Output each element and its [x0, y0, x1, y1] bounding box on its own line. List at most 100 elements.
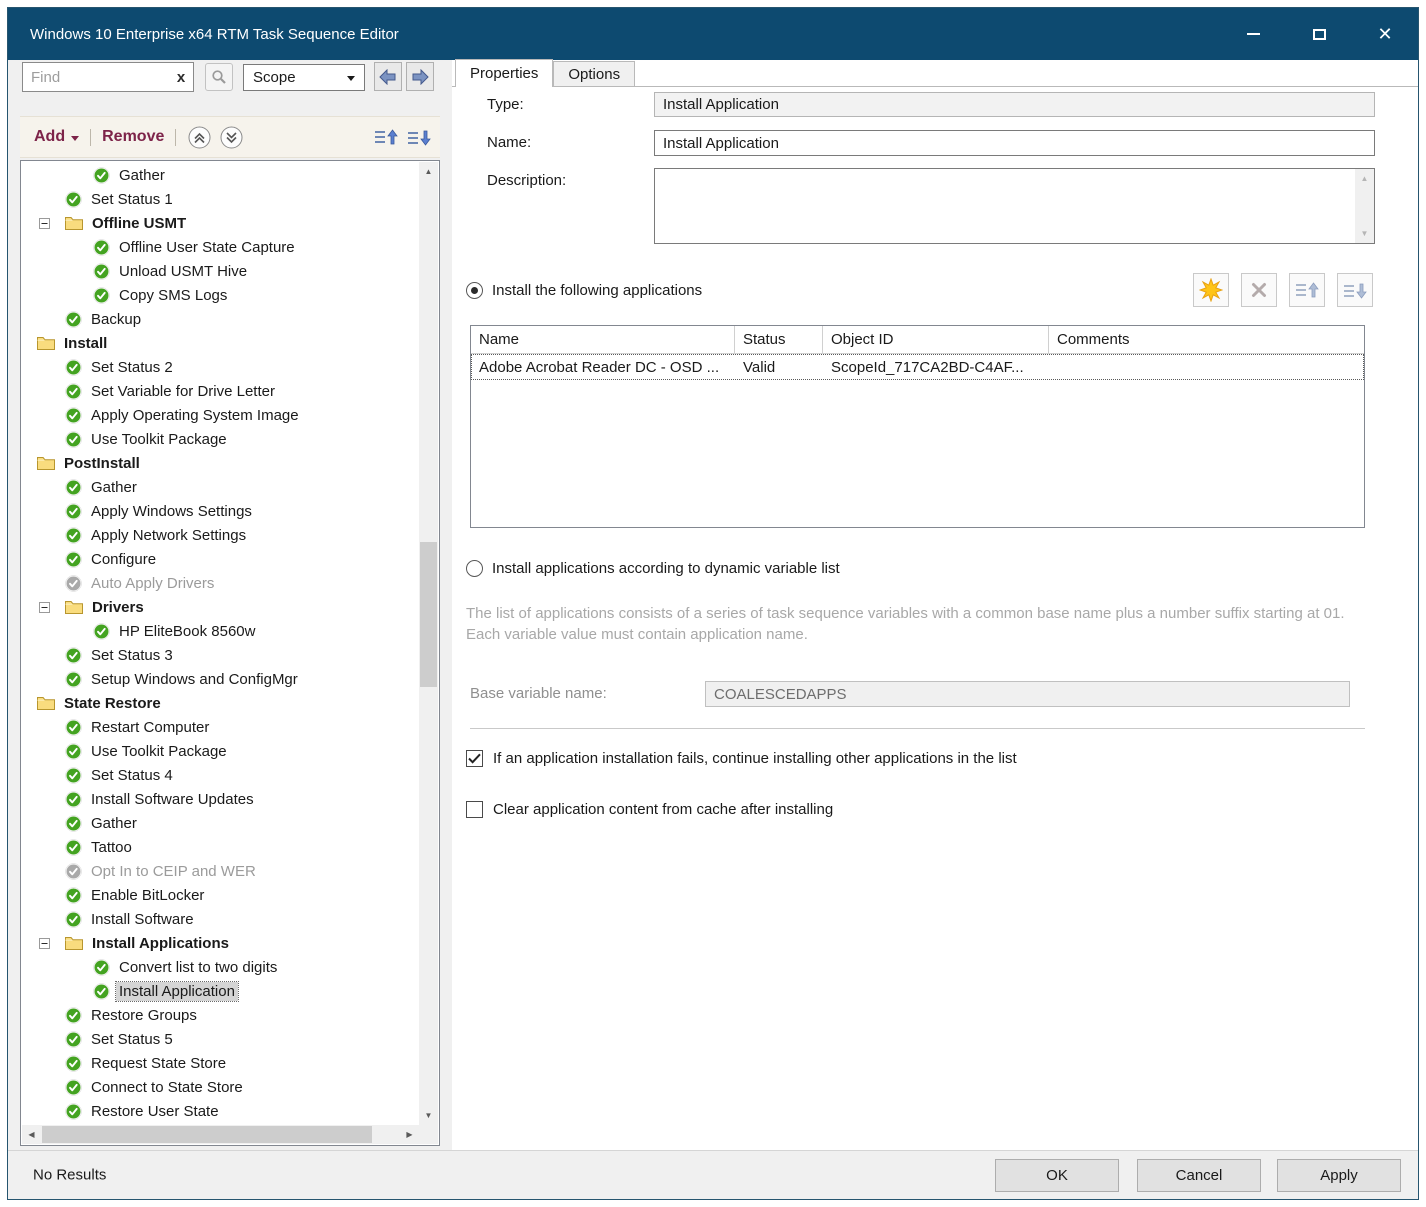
- description-scrollbar[interactable]: ▲ ▼: [1355, 169, 1374, 243]
- clear-find-button[interactable]: x: [169, 69, 193, 86]
- delete-application-button[interactable]: [1241, 273, 1277, 307]
- scroll-up-icon[interactable]: ▲: [419, 162, 438, 181]
- horizontal-scrollbar-thumb[interactable]: [42, 1126, 372, 1143]
- radio-install-following[interactable]: Install the following applications: [466, 282, 702, 299]
- minimize-button[interactable]: [1220, 8, 1286, 60]
- close-button[interactable]: ✕: [1352, 8, 1418, 60]
- move-application-down-button[interactable]: [1337, 273, 1373, 307]
- add-button[interactable]: Add: [34, 128, 79, 146]
- tree-item[interactable]: Install Application: [23, 979, 418, 1003]
- tree-item[interactable]: Set Status 3: [23, 643, 418, 667]
- expand-all-button[interactable]: [219, 125, 243, 149]
- tree-item[interactable]: Install: [23, 331, 418, 355]
- tree-item[interactable]: Gather: [23, 811, 418, 835]
- tree-item[interactable]: Set Status 1: [23, 187, 418, 211]
- tree-item[interactable]: State Restore: [23, 691, 418, 715]
- tree-item[interactable]: Enable BitLocker: [23, 883, 418, 907]
- tree-item[interactable]: Apply Network Settings: [23, 523, 418, 547]
- tab-options[interactable]: Options: [553, 61, 635, 86]
- tree-item[interactable]: Unload USMT Hive: [23, 259, 418, 283]
- step-check-icon: [65, 1103, 82, 1120]
- radio-label: Install applications according to dynami…: [492, 560, 840, 577]
- tree-item[interactable]: Install Applications: [23, 931, 418, 955]
- tree-vertical-scrollbar[interactable]: ▲ ▼: [419, 162, 438, 1125]
- move-step-up-button[interactable]: [374, 128, 399, 147]
- tree-expander-icon[interactable]: [39, 218, 50, 229]
- tree-item[interactable]: Set Variable for Drive Letter: [23, 379, 418, 403]
- tree-item[interactable]: Copy SMS Logs: [23, 283, 418, 307]
- step-check-icon: [93, 983, 110, 1000]
- tree-item[interactable]: Set Status 2: [23, 355, 418, 379]
- move-application-up-button[interactable]: [1289, 273, 1325, 307]
- find-next-button[interactable]: [406, 62, 434, 91]
- step-check-icon: [65, 359, 82, 376]
- checkbox-clear-cache[interactable]: Clear application content from cache aft…: [466, 801, 833, 818]
- scope-dropdown[interactable]: Scope: [243, 64, 365, 91]
- tree-expander-icon[interactable]: [39, 602, 50, 613]
- tree-item[interactable]: Offline User State Capture: [23, 235, 418, 259]
- tab-properties[interactable]: Properties: [455, 59, 553, 87]
- maximize-button[interactable]: [1286, 8, 1352, 60]
- tree-item[interactable]: Gather: [23, 475, 418, 499]
- tree-item[interactable]: PostInstall: [23, 451, 418, 475]
- tree-item[interactable]: Gather: [23, 163, 418, 187]
- cancel-button[interactable]: Cancel: [1137, 1159, 1261, 1192]
- vertical-scrollbar-thumb[interactable]: [420, 542, 437, 687]
- tree-item[interactable]: Drivers: [23, 595, 418, 619]
- scroll-down-icon[interactable]: ▼: [1355, 224, 1374, 243]
- tree-item[interactable]: Use Toolkit Package: [23, 427, 418, 451]
- group-folder-icon: [37, 696, 55, 710]
- tree-item[interactable]: HP EliteBook 8560w: [23, 619, 418, 643]
- move-step-down-button[interactable]: [407, 128, 432, 147]
- name-input[interactable]: [654, 130, 1375, 156]
- scroll-right-icon[interactable]: ▶: [400, 1125, 419, 1144]
- tree-item[interactable]: Apply Operating System Image: [23, 403, 418, 427]
- chevron-down-icon: [71, 136, 79, 141]
- toolbar-separator: [175, 129, 176, 146]
- tree-horizontal-scrollbar[interactable]: ◀ ▶: [22, 1125, 419, 1144]
- step-check-icon: [65, 503, 82, 520]
- tree-item[interactable]: Restart Computer: [23, 715, 418, 739]
- description-input[interactable]: [655, 169, 1354, 243]
- checkbox-continue-on-fail[interactable]: If an application installation fails, co…: [466, 750, 1017, 767]
- tree-item[interactable]: Convert list to two digits: [23, 955, 418, 979]
- radio-install-dynamic[interactable]: Install applications according to dynami…: [466, 560, 840, 577]
- tree-item[interactable]: Opt In to CEIP and WER: [23, 859, 418, 883]
- find-input[interactable]: [23, 69, 169, 86]
- tree-item[interactable]: Request State Store: [23, 1051, 418, 1075]
- base-variable-label: Base variable name:: [470, 685, 607, 702]
- column-header-status[interactable]: Status: [735, 326, 823, 353]
- tree-item[interactable]: Use Toolkit Package: [23, 739, 418, 763]
- column-header-comments[interactable]: Comments: [1049, 326, 1364, 353]
- tree-item[interactable]: Restore User State: [23, 1099, 418, 1123]
- table-cell: ScopeId_717CA2BD-C4AF...: [823, 359, 1049, 376]
- apply-button[interactable]: Apply: [1277, 1159, 1401, 1192]
- tree-item[interactable]: Offline USMT: [23, 211, 418, 235]
- search-button[interactable]: [205, 63, 233, 91]
- tree-item[interactable]: Tattoo: [23, 835, 418, 859]
- tree-item[interactable]: Set Status 4: [23, 763, 418, 787]
- tree-item[interactable]: Set Status 5: [23, 1027, 418, 1051]
- scroll-left-icon[interactable]: ◀: [22, 1125, 41, 1144]
- tree-item[interactable]: Setup Windows and ConfigMgr: [23, 667, 418, 691]
- tree-item[interactable]: Backup: [23, 307, 418, 331]
- column-header-object-id[interactable]: Object ID: [823, 326, 1049, 353]
- tree-item[interactable]: Connect to State Store: [23, 1075, 418, 1099]
- tree-viewport[interactable]: GatherSet Status 1Offline USMTOffline Us…: [23, 163, 418, 1124]
- scroll-down-icon[interactable]: ▼: [419, 1106, 438, 1125]
- column-header-name[interactable]: Name: [471, 326, 735, 353]
- tree-item[interactable]: Configure: [23, 547, 418, 571]
- new-application-button[interactable]: [1193, 273, 1229, 307]
- tree-item[interactable]: Install Software Updates: [23, 787, 418, 811]
- table-row[interactable]: Adobe Acrobat Reader DC - OSD ...ValidSc…: [471, 354, 1364, 380]
- remove-button[interactable]: Remove: [102, 128, 164, 146]
- tree-item[interactable]: Apply Windows Settings: [23, 499, 418, 523]
- tree-item[interactable]: Restore Groups: [23, 1003, 418, 1027]
- tree-item[interactable]: Auto Apply Drivers: [23, 571, 418, 595]
- collapse-all-button[interactable]: [187, 125, 211, 149]
- ok-button[interactable]: OK: [995, 1159, 1119, 1192]
- tree-expander-icon[interactable]: [39, 938, 50, 949]
- scroll-up-icon[interactable]: ▲: [1355, 169, 1374, 188]
- tree-item[interactable]: Install Software: [23, 907, 418, 931]
- find-previous-button[interactable]: [374, 62, 402, 91]
